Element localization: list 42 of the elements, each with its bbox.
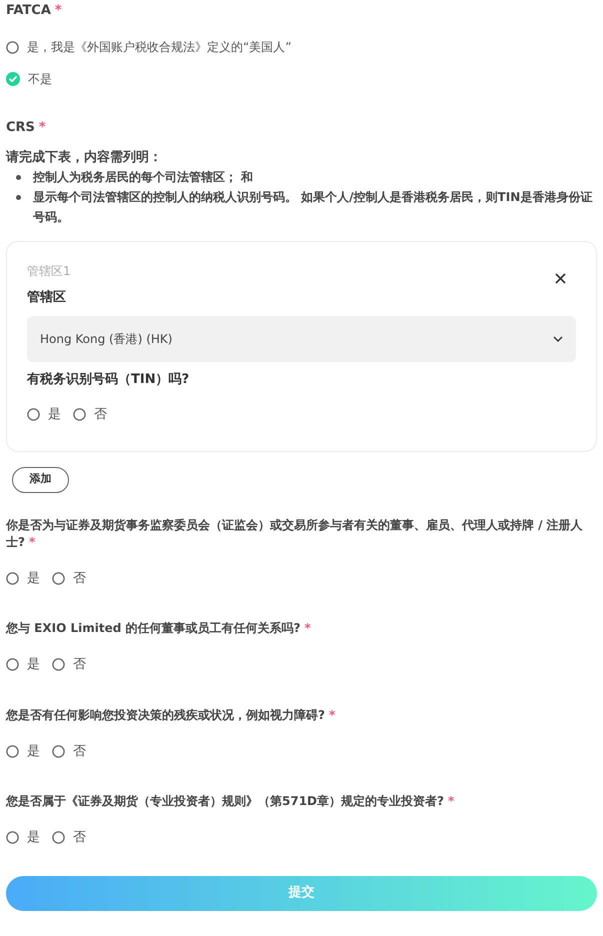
radio-icon[interactable] <box>52 572 65 585</box>
instructions-text: 请完成下表，内容需列明： <box>6 148 163 166</box>
jurisdiction-select[interactable]: Hong Kong (香港) (HK) <box>27 316 576 362</box>
radio-label[interactable]: 是 <box>48 405 61 424</box>
radio-icon[interactable] <box>6 658 19 672</box>
close-icon[interactable] <box>555 273 566 284</box>
radio-label[interactable]: 否 <box>73 828 86 848</box>
radio-label[interactable]: 是 <box>27 655 40 674</box>
radio-label[interactable]: 否 <box>73 655 86 674</box>
check-circle-icon[interactable] <box>6 72 20 86</box>
radio-label[interactable]: 否 <box>73 742 86 761</box>
bullet-icon <box>16 175 21 180</box>
radio-icon[interactable] <box>6 744 19 758</box>
radio-icon[interactable] <box>6 572 19 585</box>
radio-label[interactable]: 否 <box>94 405 107 424</box>
section-title: CRS * <box>6 119 46 137</box>
radio-icon[interactable] <box>6 40 19 54</box>
radio-label[interactable]: 不是 <box>28 70 52 88</box>
section-title: FATCA * <box>6 2 62 20</box>
radio-label[interactable]: 是，我是《外国账户税收合规法》定义的“美国人” <box>27 38 292 56</box>
radio-label[interactable]: 是 <box>27 568 40 588</box>
jurisdiction-caption: 管辖区1 <box>27 263 71 280</box>
field-label: 有税务识别号码（TIN）吗? <box>27 370 190 388</box>
question-text: 您是否属于《证券及期货（专业投资者）规则》（第571D章）规定的专业投资者? * <box>6 793 456 810</box>
field-label: 管辖区 <box>27 288 67 307</box>
chevron-down-icon <box>553 336 563 342</box>
question-text: 你是否为与证券及期货事务监察委员会（证监会）或交易所参与者有关的董事、雇员、代理人或持牌 / 注册人士? * <box>6 516 584 550</box>
add-button[interactable]: 添加 <box>12 466 69 492</box>
question-text: 您是否有任何影响您投资决策的残疾或状况，例如视力障碍? * <box>6 706 336 724</box>
radio-icon[interactable] <box>6 831 19 844</box>
radio-label[interactable]: 是 <box>27 742 40 761</box>
bullet-icon <box>16 195 21 200</box>
radio-icon[interactable] <box>52 744 65 758</box>
bullet-text: 控制人为税务居民的每个司法管辖区； 和 <box>33 169 254 186</box>
radio-icon[interactable] <box>52 658 65 672</box>
bullet-text: 显示每个司法管辖区的控制人的纳税人识别号码。 如果个人/控制人是香港税务居民，则TIN是香港身份证号码。 <box>33 189 594 226</box>
radio-label[interactable]: 否 <box>73 568 86 588</box>
radio-label[interactable]: 是 <box>27 828 40 848</box>
radio-icon[interactable] <box>73 408 86 422</box>
radio-icon[interactable] <box>52 831 65 844</box>
radio-icon[interactable] <box>27 408 40 422</box>
question-text: 您与 EXIO Limited 的任何董事或员工有任何关系吗? * <box>6 620 312 637</box>
